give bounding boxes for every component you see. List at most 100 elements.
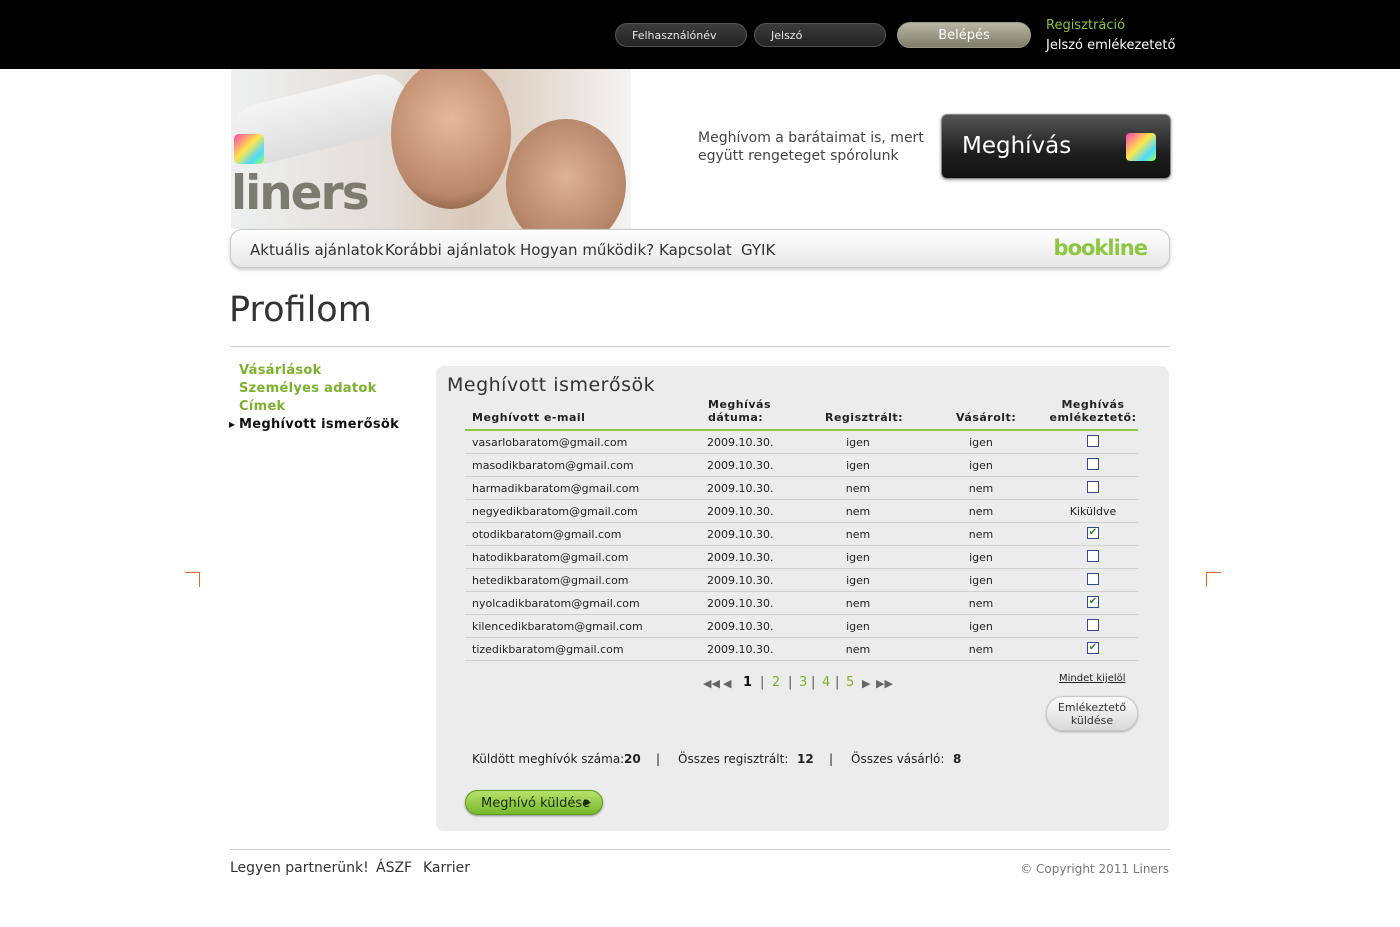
row-date: 2009.10.30.	[707, 620, 774, 633]
sidebar-item-invited-friends[interactable]: Meghívott ismerősök	[229, 417, 399, 435]
hero-photo-woman	[391, 69, 511, 209]
login-button[interactable]: Belépés	[897, 22, 1031, 48]
page-link-2[interactable]: 2	[772, 675, 780, 690]
sidebar-item-purchases[interactable]: Vásárlások	[239, 363, 399, 381]
reminder-checkbox[interactable]	[1043, 550, 1143, 564]
reminder-checkbox[interactable]: ✔	[1043, 527, 1143, 541]
row-registered: nem	[845, 482, 871, 495]
checkbox-empty-icon[interactable]	[1087, 481, 1099, 493]
table-row: masodikbaratom@gmail.com 2009.10.30. igen i…	[465, 454, 1138, 477]
page-link-5[interactable]: 5	[846, 675, 854, 690]
nav-item-previous-offers[interactable]: Korábbi ajánlatok	[385, 241, 516, 259]
prev-page-icon[interactable]: ◀	[723, 677, 731, 690]
last-page-icon[interactable]: ▶▶	[876, 677, 893, 690]
title-divider	[230, 346, 1170, 347]
username-input[interactable]: Felhasználónév	[615, 23, 747, 47]
total-registered-value: 12	[797, 752, 814, 766]
row-email: vasarlobaratom@gmail.com	[472, 436, 628, 449]
liners-logo[interactable]: liners	[231, 166, 370, 221]
row-date: 2009.10.30.	[707, 482, 774, 495]
row-date: 2009.10.30.	[707, 551, 774, 564]
row-purchased: nem	[968, 597, 994, 610]
footer-link-partner[interactable]: Legyen partnerünk!	[230, 860, 369, 876]
nav-item-current-offers[interactable]: Aktuális ajánlatok	[250, 241, 384, 259]
row-email: hetedikbaratom@gmail.com	[472, 574, 629, 587]
row-email: kilencedikbaratom@gmail.com	[472, 620, 643, 633]
row-registered: igen	[846, 551, 870, 564]
reminder-checkbox[interactable]	[1043, 619, 1143, 633]
send-invite-label: Meghívó küldése	[481, 796, 591, 811]
sent-invites-value: 20	[624, 752, 641, 766]
nav-item-how-it-works[interactable]: Hogyan működik?	[520, 241, 654, 259]
hero-photo-man	[506, 119, 626, 229]
send-invite-button[interactable]: Meghívó küldése ▶	[465, 790, 603, 815]
register-link[interactable]: Regisztráció	[1046, 18, 1125, 33]
row-purchased: nem	[968, 482, 994, 495]
page-separator: |	[811, 675, 816, 690]
select-all-link[interactable]: Mindet kijelöl	[1059, 673, 1126, 684]
table-row: kilencedikbaratom@gmail.com 2009.10.30. ig…	[465, 615, 1138, 638]
table-row: tizedikbaratom@gmail.com 2009.10.30. nem ne…	[465, 638, 1138, 661]
arrow-right-icon: ▶	[584, 798, 591, 808]
reminder-status: Kiküldve	[1069, 505, 1117, 518]
first-page-icon[interactable]: ◀◀	[703, 677, 720, 690]
checkbox-empty-icon[interactable]	[1087, 573, 1099, 585]
row-email: tizedikbaratom@gmail.com	[472, 643, 624, 656]
checkbox-checked-icon[interactable]: ✔	[1087, 642, 1099, 654]
bookline-logo[interactable]: bookline	[1054, 236, 1148, 260]
sidebar-item-addresses[interactable]: Címek	[239, 399, 399, 417]
panel-title: Meghívott ismerősök	[447, 374, 656, 396]
invite-slogan: Meghívom a barátaimat is, mert együtt re…	[698, 130, 924, 164]
reminder-checkbox[interactable]	[1043, 458, 1143, 472]
password-input[interactable]: Jelszó	[754, 23, 886, 47]
row-purchased: igen	[969, 459, 993, 472]
row-registered: nem	[845, 528, 871, 541]
row-registered: nem	[845, 505, 871, 518]
reminder-checkbox[interactable]	[1043, 435, 1143, 449]
row-purchased: nem	[968, 528, 994, 541]
liners-mark-icon	[1126, 133, 1156, 161]
column-header-purchased: Vásárolt:	[956, 411, 1017, 424]
row-purchased: igen	[969, 551, 993, 564]
footer-link-terms[interactable]: ÁSZF	[376, 860, 412, 876]
column-header-registered: Regisztrált:	[825, 411, 904, 424]
reminder-checkbox[interactable]	[1043, 573, 1143, 587]
crop-mark-right	[1206, 572, 1221, 587]
row-date: 2009.10.30.	[707, 436, 774, 449]
liners-logo-icon[interactable]	[234, 134, 264, 164]
footer-link-careers[interactable]: Karrier	[423, 860, 470, 876]
row-registered: igen	[846, 574, 870, 587]
reminder-checkbox[interactable]: ✔	[1043, 642, 1143, 656]
checkbox-checked-icon[interactable]: ✔	[1087, 527, 1099, 539]
send-reminder-button[interactable]: Emlékeztető küldése	[1046, 696, 1138, 731]
profile-sidebar: Vásárlások Személyes adatok Címek Meghív…	[229, 363, 399, 435]
checkbox-checked-icon[interactable]: ✔	[1087, 596, 1099, 608]
page-current: 1	[743, 675, 753, 690]
row-registered: igen	[846, 620, 870, 633]
copyright: © Copyright 2011 Liners	[1020, 862, 1169, 876]
main-nav: Aktuális ajánlatok Korábbi ajánlatok Hog…	[230, 229, 1170, 268]
send-reminder-label-1: Emlékeztető	[1057, 701, 1127, 714]
page-link-3[interactable]: 3	[799, 675, 807, 690]
next-page-icon[interactable]: ▶	[862, 677, 870, 690]
reminder-checkbox[interactable]: ✔	[1043, 596, 1143, 610]
row-date: 2009.10.30.	[707, 459, 774, 472]
page-separator: |	[760, 675, 765, 690]
password-reminder-link[interactable]: Jelszó emlékezetető	[1046, 38, 1175, 53]
checkbox-empty-icon[interactable]	[1087, 435, 1099, 447]
row-date: 2009.10.30.	[707, 597, 774, 610]
reminder-checkbox[interactable]	[1043, 481, 1143, 495]
row-date: 2009.10.30.	[707, 574, 774, 587]
checkbox-empty-icon[interactable]	[1087, 619, 1099, 631]
column-header-email: Meghívott e-mail	[472, 411, 586, 424]
row-email: negyedikbaratom@gmail.com	[472, 505, 638, 518]
sidebar-item-personal-data[interactable]: Személyes adatok	[239, 381, 399, 399]
page-link-4[interactable]: 4	[822, 675, 830, 690]
row-date: 2009.10.30.	[707, 505, 774, 518]
nav-item-contact[interactable]: Kapcsolat	[659, 241, 732, 259]
checkbox-empty-icon[interactable]	[1087, 458, 1099, 470]
nav-item-faq[interactable]: GYIK	[741, 241, 775, 259]
checkbox-empty-icon[interactable]	[1087, 550, 1099, 562]
row-purchased: igen	[969, 574, 993, 587]
invite-button[interactable]: Meghívás	[941, 114, 1171, 179]
